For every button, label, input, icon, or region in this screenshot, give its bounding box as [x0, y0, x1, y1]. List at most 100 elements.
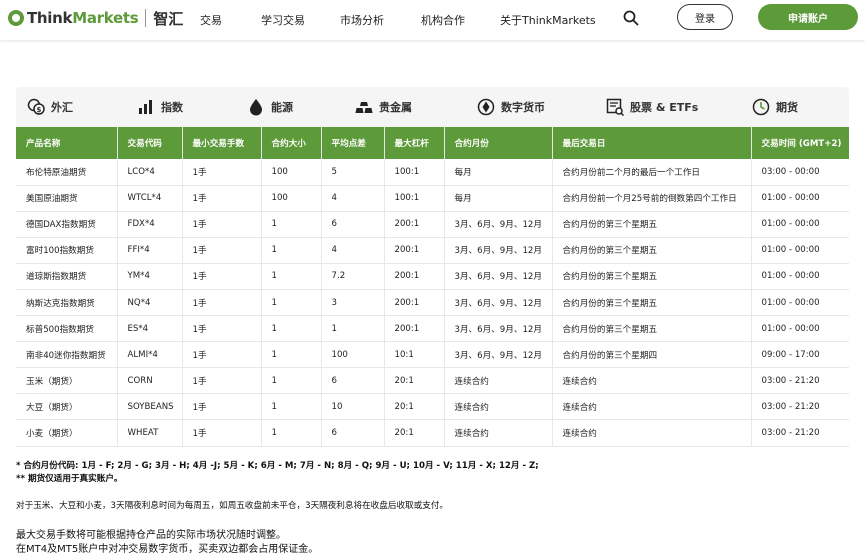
nav-item-analysis[interactable]: 市场分析 — [340, 12, 384, 28]
cell-col-trading-hours: 03:00 - 00:00 — [751, 159, 849, 186]
cell-col-product-name: 富时100指数期货 — [16, 237, 118, 264]
cell-col-trading-hours: 01:00 - 00:00 — [751, 237, 849, 264]
cell-col-avg-spread: 6 — [321, 367, 385, 395]
header-col-last-trading-day: 最后交易日 — [552, 127, 752, 159]
table-row: 玉米（期货） CORN 1手 1 6 20:1 连续合约 连续合约 03:00 - 21:20 — [16, 367, 849, 395]
logo-text-cn: 智汇 — [153, 9, 184, 28]
logo-divider — [145, 9, 147, 27]
cell-col-product-name: 玉米（期货） — [16, 367, 118, 395]
tab-futures-label: 期货 — [776, 101, 798, 114]
tab-energy[interactable]: 能源 — [247, 87, 293, 127]
cell-col-contract-month: 3月、6月、9月、12月 — [444, 211, 553, 238]
thinkmarkets-logo[interactable]: Think Markets 智汇 — [8, 8, 183, 28]
stock-document-icon — [606, 98, 624, 116]
cell-col-last-trading-day: 连续合约 — [552, 393, 752, 421]
cell-col-last-trading-day: 合约月份前一个月25号前的倒数第四个工作日 — [552, 185, 752, 212]
bar-chart-icon — [137, 98, 155, 116]
cell-col-symbol: CORN — [117, 367, 183, 395]
cell-col-contract-size: 1 — [261, 211, 322, 238]
cell-col-avg-spread: 4 — [321, 237, 385, 264]
svg-text:$: $ — [37, 106, 42, 114]
cell-col-avg-spread: 4 — [321, 185, 385, 212]
apply-account-button[interactable]: 申请账户 — [758, 4, 858, 30]
logo-text-think: Think — [27, 9, 73, 27]
tab-futures[interactable]: 期货 — [752, 87, 798, 127]
cell-col-trading-hours: 03:00 - 21:20 — [751, 367, 849, 395]
cell-col-avg-spread: 6 — [321, 211, 385, 238]
cell-col-max-leverage: 200:1 — [384, 237, 445, 264]
cell-col-contract-month: 连续合约 — [444, 419, 553, 447]
table-row: 美国原油期货 WTCL*4 1手 100 4 100:1 每月 合约月份前一个月25号前的倒数… — [16, 185, 849, 212]
cell-col-max-leverage: 10:1 — [384, 341, 445, 369]
logo-mark-icon — [8, 10, 24, 26]
cell-col-product-name: 道琼斯指数期货 — [16, 263, 118, 290]
cell-col-product-name: 美国原油期货 — [16, 185, 118, 212]
nav-item-partners[interactable]: 机构合作 — [421, 12, 465, 28]
tab-forex[interactable]: $ 外汇 — [27, 87, 73, 127]
nav-item-learn[interactable]: 学习交易 — [261, 12, 305, 28]
cell-col-min-lot: 1手 — [182, 289, 262, 317]
cell-col-max-leverage: 200:1 — [384, 211, 445, 238]
cell-col-symbol: FDX*4 — [117, 211, 183, 238]
cell-col-max-leverage: 20:1 — [384, 393, 445, 421]
oil-drop-icon — [247, 98, 265, 116]
note-crypto-margin: 在MT4及MT5账户中对冲交易数字货币，买卖双边都会占用保证金。 — [16, 544, 319, 555]
cell-col-last-trading-day: 合约月份的第三个星期四 — [552, 341, 752, 369]
cell-col-contract-size: 1 — [261, 341, 322, 369]
search-icon[interactable] — [623, 10, 639, 26]
table-row: 标普500指数期货 ES*4 1手 1 1 200:1 3月、6月、9月、12月 合约月份的第… — [16, 315, 849, 343]
cell-col-avg-spread: 3 — [321, 289, 385, 317]
cell-col-contract-size: 1 — [261, 315, 322, 343]
cell-col-contract-size: 100 — [261, 185, 322, 212]
cell-col-trading-hours: 01:00 - 00:00 — [751, 315, 849, 343]
cell-col-product-name: 南非40迷你指数期货 — [16, 341, 118, 369]
table-row: 富时100指数期货 FFI*4 1手 1 4 200:1 3月、6月、9月、12月 合约月份的… — [16, 237, 849, 264]
cell-col-last-trading-day: 合约月份的第三个星期五 — [552, 315, 752, 343]
cell-col-trading-hours: 03:00 - 21:20 — [751, 393, 849, 421]
header-col-max-leverage: 最大杠杆 — [384, 127, 445, 159]
cell-col-min-lot: 1手 — [182, 159, 262, 186]
tab-indices-label: 指数 — [161, 101, 183, 114]
cell-col-symbol: SOYBEANS — [117, 393, 183, 421]
cell-col-max-leverage: 200:1 — [384, 263, 445, 290]
cell-col-contract-size: 1 — [261, 289, 322, 317]
tab-indices[interactable]: 指数 — [137, 87, 183, 127]
table-row: 布伦特原油期货 LCO*4 1手 100 5 100:1 每月 合约月份前二个月的最后一个工作… — [16, 159, 849, 186]
tab-stocks-etfs[interactable]: 股票 & ETFs — [606, 87, 698, 127]
header-col-avg-spread: 平均点差 — [321, 127, 385, 159]
tab-forex-label: 外汇 — [51, 101, 73, 114]
cell-col-symbol: WTCL*4 — [117, 185, 183, 212]
cell-col-trading-hours: 01:00 - 00:00 — [751, 263, 849, 290]
gold-bars-icon — [355, 98, 373, 116]
header-col-trading-hours: 交易时间 (GMT+2) — [751, 127, 849, 159]
cell-col-avg-spread: 5 — [321, 159, 385, 186]
cell-col-avg-spread: 7.2 — [321, 263, 385, 290]
cell-col-contract-size: 1 — [261, 419, 322, 447]
nav-item-about[interactable]: 关于ThinkMarkets — [500, 12, 596, 28]
table-row: 小麦（期货） WHEAT 1手 1 6 20:1 连续合约 连续合约 03:00 - 21:20 — [16, 419, 849, 447]
cell-col-min-lot: 1手 — [182, 315, 262, 343]
cell-col-contract-size: 1 — [261, 237, 322, 264]
cell-col-min-lot: 1手 — [182, 185, 262, 212]
header-col-min-lot: 最小交易手数 — [182, 127, 262, 159]
cell-col-min-lot: 1手 — [182, 341, 262, 369]
nav-item-trading[interactable]: 交易 — [200, 12, 222, 28]
crypto-icon — [477, 98, 495, 116]
login-button[interactable]: 登录 — [677, 4, 733, 30]
forex-icon: $ — [27, 98, 45, 116]
cell-col-last-trading-day: 合约月份的第三个星期五 — [552, 211, 752, 238]
cell-col-contract-size: 1 — [261, 367, 322, 395]
cell-col-min-lot: 1手 — [182, 237, 262, 264]
cell-col-min-lot: 1手 — [182, 263, 262, 290]
tab-crypto[interactable]: 数字货币 — [477, 87, 545, 127]
table-row: 大豆（期货） SOYBEANS 1手 1 10 20:1 连续合约 连续合约 03:00 - 2… — [16, 393, 849, 421]
table-row: 南非40迷你指数期货 ALMI*4 1手 1 100 10:1 3月、6月、9月、12月 合约… — [16, 341, 849, 369]
tab-metals[interactable]: 贵金属 — [355, 87, 412, 127]
header-col-symbol: 交易代码 — [117, 127, 183, 159]
cell-col-last-trading-day: 合约月份的第三个星期五 — [552, 237, 752, 264]
cell-col-max-leverage: 20:1 — [384, 419, 445, 447]
cell-col-symbol: YM*4 — [117, 263, 183, 290]
cell-col-max-leverage: 100:1 — [384, 159, 445, 186]
tab-metals-label: 贵金属 — [379, 101, 412, 114]
cell-col-contract-size: 100 — [261, 159, 322, 186]
